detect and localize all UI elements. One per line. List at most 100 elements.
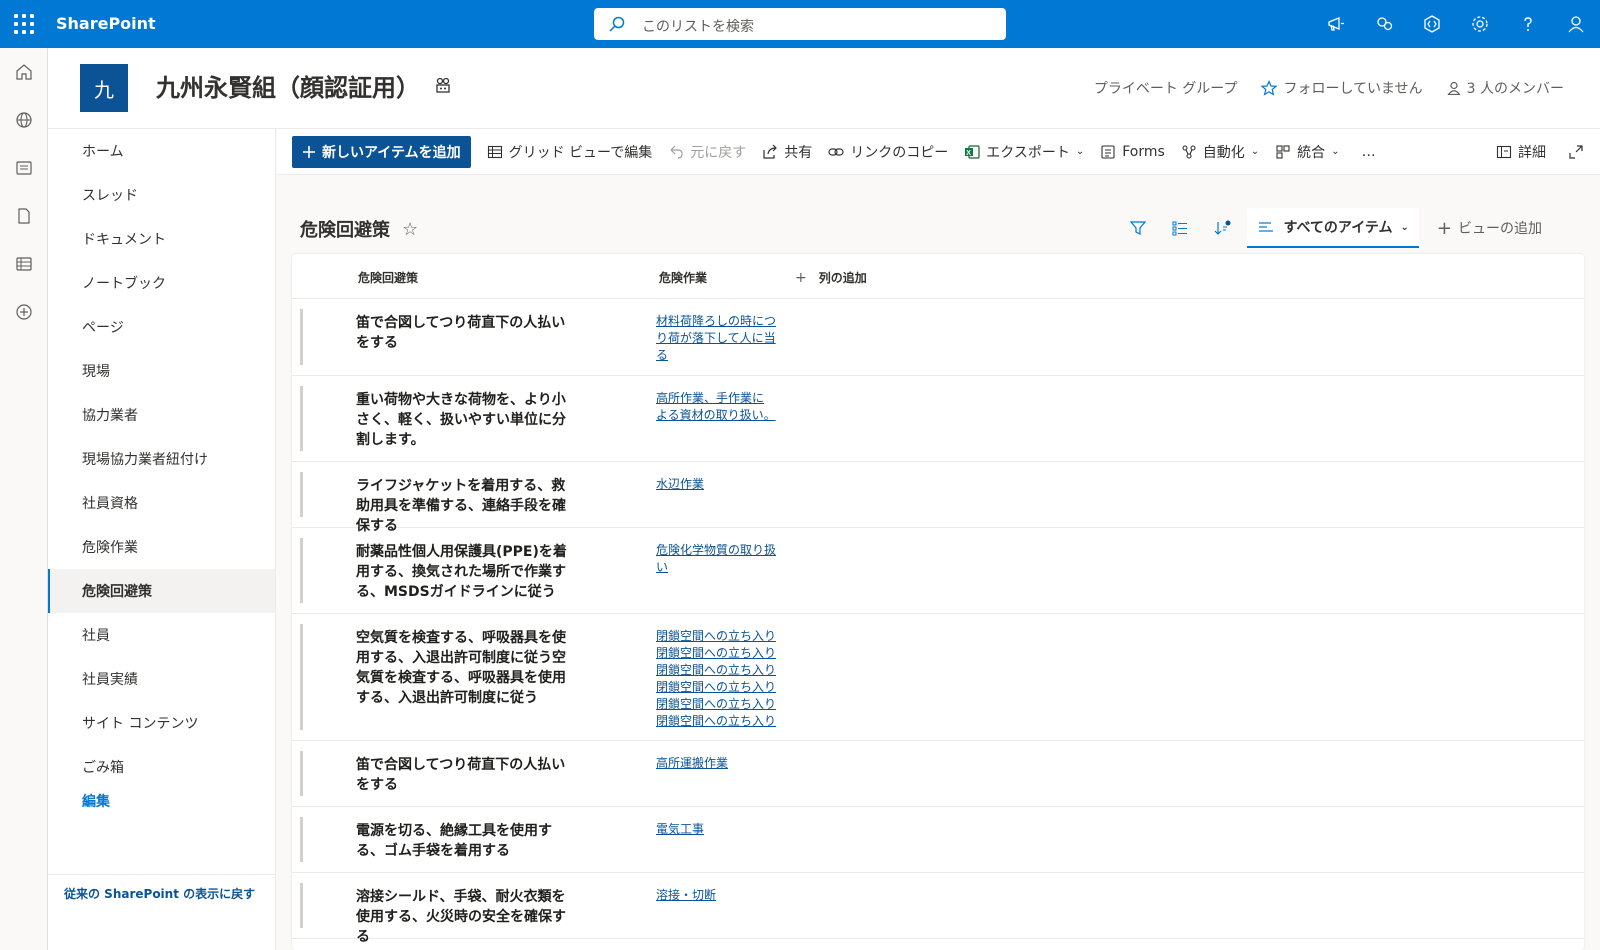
hazard-link[interactable]: 電気工事 — [656, 821, 776, 838]
list-title[interactable]: 危険回避策 — [300, 216, 390, 242]
row-title[interactable]: ライフジャケットを着用する、救助用具を準備する、連絡手段を確保する — [356, 476, 574, 536]
hazard-link[interactable]: 高所作業、手作業による資材の取り扱い。 — [656, 390, 776, 424]
row-title[interactable]: 笛で合図してつり荷直下の人払いをする — [356, 313, 574, 353]
share-button[interactable]: 共有 — [762, 142, 812, 162]
table-row[interactable]: 笛で合図してつり荷直下の人払いをする 材料荷降ろしの時につり荷が落下して人に当る — [292, 299, 1584, 376]
details-button[interactable]: 詳細 — [1496, 142, 1546, 162]
hazard-link[interactable]: 危険化学物質の取り扱い — [656, 542, 776, 576]
hazard-link[interactable]: 水辺作業 — [656, 476, 776, 493]
search-box[interactable]: このリストを検索 — [594, 8, 1006, 40]
nav-item[interactable]: 協力業者 — [48, 393, 275, 437]
app-launcher-icon[interactable] — [14, 14, 34, 34]
nav-item[interactable]: 現場協力業者紐付け — [48, 437, 275, 481]
nav-item[interactable]: ホーム — [48, 129, 275, 173]
favorite-star-icon[interactable]: ☆ — [402, 219, 418, 240]
teams-chat-icon[interactable] — [1360, 0, 1408, 48]
view-options-icon[interactable] — [1159, 208, 1201, 248]
settings-gear-icon[interactable] — [1456, 0, 1504, 48]
grid-edit-button[interactable]: グリッド ビューで編集 — [487, 142, 652, 162]
site-logo[interactable]: 九 — [80, 64, 128, 112]
integrate-button[interactable]: 統合 ⌄ — [1275, 142, 1340, 162]
row-selection-bar[interactable] — [300, 472, 303, 517]
table-row[interactable]: 電源を切る、絶縁工具を使用する、ゴム手袋を着用する 電気工事 — [292, 807, 1584, 873]
group-info-icon[interactable] — [434, 76, 452, 94]
brand-link[interactable]: SharePoint — [56, 14, 156, 33]
nav-item[interactable]: 社員 — [48, 613, 275, 657]
files-icon[interactable] — [0, 192, 48, 240]
hazard-link[interactable]: 高所運搬作業 — [656, 755, 776, 772]
create-icon[interactable] — [0, 288, 48, 336]
copy-link-button[interactable]: リンクのコピー — [828, 142, 948, 162]
hazard-link[interactable]: 閉鎖空間への立ち入り — [656, 628, 776, 645]
automate-label: 自動化 — [1202, 144, 1245, 161]
view-selector[interactable]: すべてのアイテム ⌄ — [1247, 208, 1419, 248]
add-view-button[interactable]: + ビューの追加 — [1427, 208, 1552, 248]
new-item-button[interactable]: 新しいアイテムを追加 — [292, 135, 471, 168]
nav-item[interactable]: 社員資格 — [48, 481, 275, 525]
row-title[interactable]: 溶接シールド、手袋、耐火衣類を使用する、火災時の安全を確保する — [356, 887, 574, 947]
nav-item[interactable]: 危険回避策 — [48, 569, 275, 613]
nav-item[interactable]: ページ — [48, 305, 275, 349]
help-icon[interactable] — [1504, 0, 1552, 48]
expand-icon[interactable] — [1568, 144, 1584, 160]
site-title[interactable]: 九州永賢組（顔認証用） — [156, 68, 420, 103]
hazard-link[interactable]: 溶接・切断 — [656, 887, 776, 904]
export-button[interactable]: X エクスポート ⌄ — [964, 142, 1084, 162]
more-commands-button[interactable]: … — [1362, 144, 1376, 160]
dev-tools-icon[interactable] — [1408, 0, 1456, 48]
nav-item[interactable]: 社員実績 — [48, 657, 275, 701]
row-title[interactable]: 耐薬品性個人用保護具(PPE)を着用する、換気された場所で作業する、MSDSガイ… — [356, 542, 574, 602]
row-selection-bar[interactable] — [300, 309, 303, 365]
classic-view-link[interactable]: 従来の SharePoint の表示に戻す — [48, 874, 276, 902]
add-column-label: 列の追加 — [818, 271, 867, 285]
hazard-link[interactable]: 閉鎖空間への立ち入り — [656, 679, 776, 696]
nav-item[interactable]: スレッド — [48, 173, 275, 217]
nav-item[interactable]: 危険作業 — [48, 525, 275, 569]
news-icon[interactable] — [0, 144, 48, 192]
search-input[interactable]: このリストを検索 — [642, 16, 754, 36]
nav-item[interactable]: ドキュメント — [48, 217, 275, 261]
row-selection-bar[interactable] — [300, 386, 303, 451]
table-row[interactable]: 重い荷物や大きな荷物を、より小さく、軽く、扱いやすい単位に分割します。 高所作業、… — [292, 376, 1584, 462]
nav-edit-link[interactable]: 編集 — [48, 779, 276, 823]
column-header-measure[interactable]: 危険回避策 — [358, 269, 418, 286]
hazard-link[interactable]: 閉鎖空間への立ち入り — [656, 696, 776, 713]
account-icon[interactable] — [1552, 0, 1600, 48]
row-selection-bar[interactable] — [300, 817, 303, 862]
row-selection-bar[interactable] — [300, 624, 303, 730]
row-selection-bar[interactable] — [300, 538, 303, 603]
lists-icon[interactable] — [0, 240, 48, 288]
members-button[interactable]: 3 人のメンバー — [1447, 78, 1564, 98]
sort-icon[interactable] — [1201, 208, 1243, 248]
row-title[interactable]: 電源を切る、絶縁工具を使用する、ゴム手袋を着用する — [356, 821, 574, 861]
row-title[interactable]: 重い荷物や大きな荷物を、より小さく、軽く、扱いやすい単位に分割します。 — [356, 390, 574, 450]
hazard-link[interactable]: 材料荷降ろしの時につり荷が落下して人に当る — [656, 313, 776, 364]
table-row[interactable]: 笛で合図してつり荷直下の人払いをする 高所運搬作業 — [292, 741, 1584, 807]
table-row[interactable]: 空気質を検査する、呼吸器具を使用する、入退出許可制度に従う空気質を検査する、呼吸… — [292, 614, 1584, 741]
table-row[interactable]: 耐薬品性個人用保護具(PPE)を着用する、換気された場所で作業する、MSDSガイ… — [292, 528, 1584, 614]
forms-button[interactable]: Forms — [1100, 144, 1165, 160]
megaphone-icon[interactable] — [1312, 0, 1360, 48]
row-selection-bar[interactable] — [300, 883, 303, 928]
hazard-link[interactable]: 閉鎖空間への立ち入り — [656, 713, 776, 730]
row-title[interactable]: 空気質を検査する、呼吸器具を使用する、入退出許可制度に従う空気質を検査する、呼吸… — [356, 628, 574, 708]
nav-item[interactable]: 現場 — [48, 349, 275, 393]
hazard-links: 高所運搬作業 — [656, 755, 776, 772]
table-row[interactable]: ライフジャケットを着用する、救助用具を準備する、連絡手段を確保する 水辺作業 — [292, 462, 1584, 534]
nav-item[interactable]: サイト コンテンツ — [48, 701, 275, 745]
column-header-hazard[interactable]: 危険作業 — [659, 269, 707, 286]
home-icon[interactable] — [0, 48, 48, 96]
row-title[interactable]: 笛で合図してつり荷直下の人払いをする — [356, 755, 574, 795]
table-row[interactable]: 溶接シールド、手袋、耐火衣類を使用する、火災時の安全を確保する 溶接・切断 — [292, 873, 1584, 945]
automate-button[interactable]: 自動化 ⌄ — [1181, 142, 1259, 162]
svg-text:X: X — [967, 149, 972, 156]
hazard-link[interactable]: 閉鎖空間への立ち入り — [656, 662, 776, 679]
hazard-link[interactable]: 閉鎖空間への立ち入り — [656, 645, 776, 662]
follow-button[interactable]: フォローしていません — [1261, 78, 1423, 98]
globe-icon[interactable] — [0, 96, 48, 144]
undo-button[interactable]: 元に戻す — [668, 142, 746, 162]
add-column-button[interactable]: + 列の追加 — [795, 269, 867, 286]
row-selection-bar[interactable] — [300, 751, 303, 796]
filter-icon[interactable] — [1117, 208, 1159, 248]
nav-item[interactable]: ノートブック — [48, 261, 275, 305]
